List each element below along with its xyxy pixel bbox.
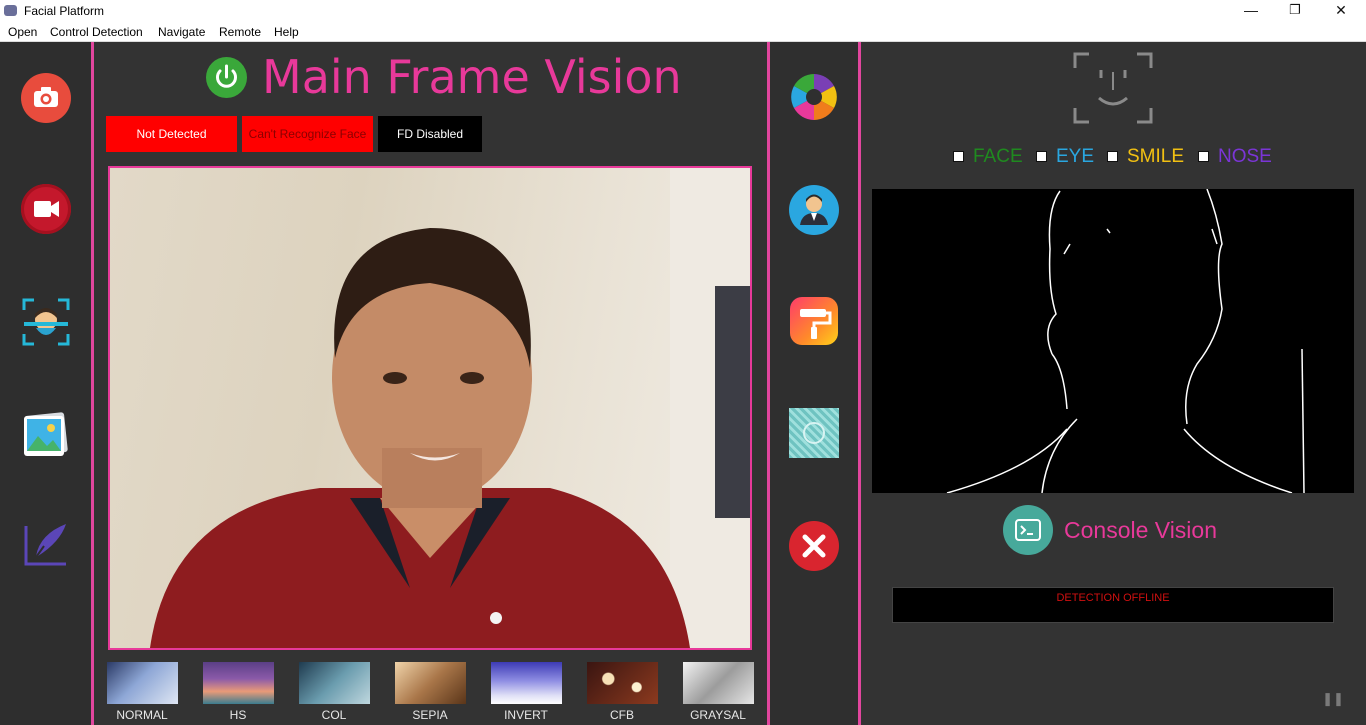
left-toolbar <box>0 42 91 725</box>
recognition-status-badge: Can't Recognize Face <box>242 116 373 152</box>
person-image <box>150 168 750 648</box>
eye-checkbox[interactable] <box>1036 151 1047 162</box>
power-button[interactable] <box>206 57 247 98</box>
face-checkbox[interactable] <box>953 151 964 162</box>
video-button[interactable] <box>21 184 71 234</box>
filter-normal-thumb[interactable] <box>107 662 178 704</box>
nose-checkbox-label: NOSE <box>1218 146 1272 167</box>
app-logo-icon <box>4 5 17 16</box>
filter-invert-thumb[interactable] <box>491 662 562 704</box>
face-scan-icon <box>22 298 70 346</box>
console-button[interactable] <box>1003 505 1053 555</box>
filter-normal-label[interactable]: NORMAL <box>97 708 187 722</box>
page-title: Main Frame Vision <box>262 50 682 104</box>
user-profile-icon <box>800 194 828 225</box>
minimize-button[interactable]: — <box>1228 0 1274 22</box>
fd-status-badge: FD Disabled <box>378 116 482 152</box>
menu-open[interactable]: Open <box>8 25 37 39</box>
image-gallery-icon <box>24 412 68 456</box>
face-scan-button[interactable] <box>22 298 70 346</box>
filter-cfb-label[interactable]: CFB <box>577 708 667 722</box>
edge-outline-image <box>946 188 1305 494</box>
filter-hs-thumb[interactable] <box>203 662 274 704</box>
nose-checkbox[interactable] <box>1198 151 1209 162</box>
maximize-button[interactable]: ❐ <box>1272 0 1318 22</box>
filter-sepia-label[interactable]: SEPIA <box>385 708 475 722</box>
close-window-button[interactable]: ✕ <box>1318 0 1364 22</box>
menu-help[interactable]: Help <box>274 25 299 39</box>
paint-roller-button[interactable] <box>790 297 838 345</box>
video-camera-icon <box>34 201 59 217</box>
edge-detection-view <box>872 188 1354 494</box>
detection-status-badge: Not Detected <box>106 116 237 152</box>
window-title: Facial Platform <box>24 4 105 18</box>
close-app-icon <box>802 534 826 558</box>
smile-checkbox[interactable] <box>1107 151 1118 162</box>
filter-sepia-thumb[interactable] <box>395 662 466 704</box>
filter-grayscale-label[interactable]: GRAYSAL <box>673 708 763 722</box>
camera-button[interactable] <box>21 73 71 123</box>
terminal-icon <box>1015 519 1041 541</box>
pattern-tile-button[interactable] <box>789 408 839 458</box>
console-title: Console Vision <box>1064 517 1218 543</box>
title-bar: Facial Platform — ❐ ✕ <box>0 0 1366 22</box>
middle-toolbar <box>770 42 858 725</box>
menu-control-detection[interactable]: Control Detection <box>50 25 143 39</box>
face-checkbox-label: FACE <box>973 146 1023 167</box>
menu-navigate[interactable]: Navigate <box>158 25 205 39</box>
paint-roller-icon <box>800 309 832 339</box>
color-wheel-icon <box>791 74 837 120</box>
console-status-text: DETECTION OFFLINE <box>1056 592 1170 604</box>
user-profile-button[interactable] <box>789 185 839 235</box>
menu-remote[interactable]: Remote <box>219 25 261 39</box>
webcam-feed <box>108 166 752 650</box>
image-gallery-button[interactable] <box>20 408 70 458</box>
power-icon <box>216 64 237 88</box>
filter-cfb-thumb[interactable] <box>587 662 658 704</box>
filter-hs-label[interactable]: HS <box>193 708 283 722</box>
filter-grayscale-thumb[interactable] <box>683 662 754 704</box>
smile-checkbox-label: SMILE <box>1127 146 1185 167</box>
quill-document-icon <box>24 524 66 566</box>
filter-invert-label[interactable]: INVERT <box>481 708 571 722</box>
camera-icon <box>34 87 58 107</box>
face-id-icon <box>1071 50 1155 126</box>
color-wheel-button[interactable] <box>789 72 839 122</box>
close-app-button[interactable] <box>789 521 839 571</box>
pattern-tile-icon <box>803 422 825 444</box>
pause-icon[interactable]: ❚❚ <box>1322 688 1344 710</box>
notes-button[interactable] <box>22 520 70 568</box>
filter-col-thumb[interactable] <box>299 662 370 704</box>
menu-bar: Open Control Detection Navigate Remote H… <box>0 22 1366 42</box>
eye-checkbox-label: EYE <box>1056 146 1095 167</box>
console-output: DETECTION OFFLINE <box>892 587 1334 623</box>
filter-col-label[interactable]: COL <box>289 708 379 722</box>
